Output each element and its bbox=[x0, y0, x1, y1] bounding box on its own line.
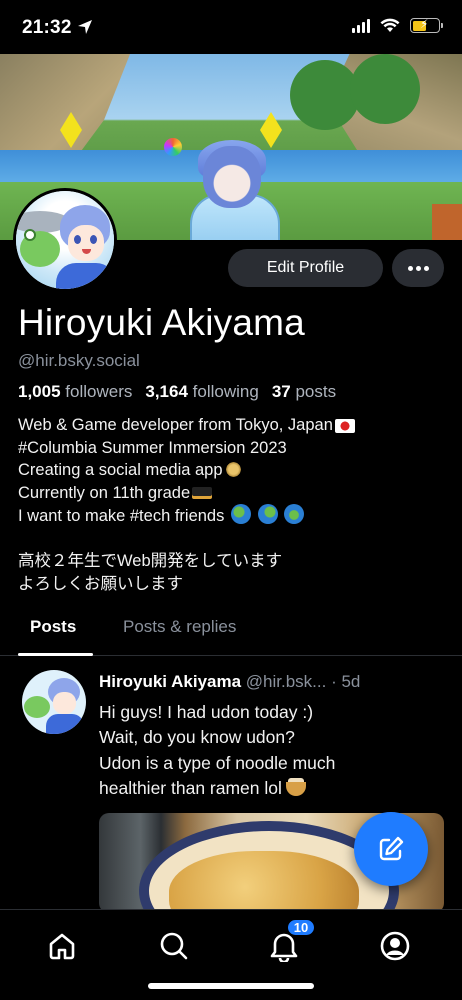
ramen-bowl-icon bbox=[285, 777, 306, 796]
post-author-avatar[interactable] bbox=[22, 670, 86, 734]
ellipsis-icon bbox=[407, 265, 413, 271]
tab-posts-and-replies[interactable]: Posts & replies bbox=[123, 617, 236, 637]
compose-post-button[interactable] bbox=[354, 812, 428, 886]
globe-icon bbox=[284, 504, 305, 525]
graduation-cap-icon bbox=[192, 486, 213, 499]
profile-handle: @hir.bsky.social bbox=[18, 351, 140, 370]
globe-icon bbox=[257, 504, 278, 525]
profile-tabs: Posts Posts & replies bbox=[0, 604, 462, 656]
search-icon bbox=[160, 932, 188, 960]
japan-flag-icon bbox=[334, 419, 355, 433]
profile-bio: Web & Game developer from Tokyo, Japan #… bbox=[18, 414, 438, 595]
profile-icon bbox=[380, 931, 410, 961]
wifi-icon bbox=[380, 18, 400, 32]
display-name: Hiroyuki Akiyama bbox=[18, 302, 305, 343]
more-options-button[interactable] bbox=[392, 249, 444, 287]
nav-home[interactable] bbox=[42, 926, 82, 966]
profile-avatar[interactable] bbox=[13, 188, 117, 292]
globe-icon bbox=[230, 504, 251, 525]
saturn-icon bbox=[224, 461, 242, 479]
compose-icon bbox=[379, 836, 404, 861]
post-author-name[interactable]: Hiroyuki Akiyama bbox=[99, 672, 241, 691]
cellular-signal-icon bbox=[352, 18, 370, 33]
home-icon bbox=[49, 933, 75, 960]
battery-icon: ⚡ bbox=[410, 17, 443, 33]
following-stat[interactable]: 3,164 following bbox=[145, 382, 258, 402]
followers-stat[interactable]: 1,005 followers bbox=[18, 382, 132, 402]
posts-stat: 37 posts bbox=[271, 382, 337, 401]
notifications-badge: 10 bbox=[286, 918, 316, 937]
status-time: 21:32 bbox=[22, 17, 72, 38]
post-text[interactable]: Hi guys! I had udon today :) Wait, do yo… bbox=[99, 700, 439, 801]
edit-profile-button[interactable]: Edit Profile bbox=[228, 249, 383, 287]
status-icons: ⚡ bbox=[352, 17, 443, 33]
post-timestamp: · 5d bbox=[331, 672, 361, 691]
location-arrow-icon bbox=[78, 20, 92, 34]
nav-search[interactable] bbox=[154, 926, 194, 966]
status-bar: 21:32 ⚡ bbox=[0, 0, 462, 54]
post-author-handle[interactable]: @hir.bsk... bbox=[246, 672, 327, 691]
tab-posts[interactable]: Posts bbox=[30, 617, 76, 637]
nav-profile[interactable] bbox=[375, 926, 415, 966]
active-tab-indicator bbox=[18, 653, 93, 656]
post-header: Hiroyuki Akiyama @hir.bsk... · 5d bbox=[99, 672, 360, 692]
home-indicator[interactable] bbox=[148, 983, 314, 989]
profile-stats: 1,005 followers 3,164 following 37 posts bbox=[18, 382, 336, 402]
